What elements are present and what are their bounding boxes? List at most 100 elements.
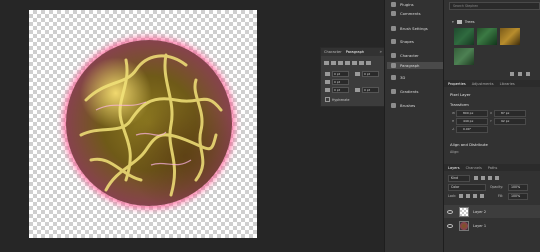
height-label: H [452,119,455,123]
tab-libraries[interactable]: Libraries [500,82,515,86]
panel-button-comments[interactable]: Comments [391,11,421,16]
panel-button-brushes[interactable]: Brushes [391,103,415,108]
tab-channels[interactable]: Channels [466,166,482,170]
paragraph-icon [391,63,396,68]
tab-paragraph[interactable]: Paragraph [346,50,364,54]
first-line-indent-icon [325,80,330,84]
filter-adjustment-icon[interactable] [481,176,485,180]
y-label: Y [490,119,492,123]
justify-all-icon[interactable] [366,61,371,65]
lock-label: Lock: [448,194,457,198]
align-left-icon[interactable] [324,61,329,65]
fill-input[interactable]: 100% [508,193,528,200]
justify-right-icon[interactable] [359,61,364,65]
library-thumbnail[interactable] [500,28,520,45]
collapse-icon[interactable]: » [380,49,382,54]
align-label: Align: [450,150,460,154]
layer-name[interactable]: Layer 1 [473,224,486,228]
panel-label-brushes: Brushes [400,103,416,108]
tab-adjustments[interactable]: Adjustments [472,82,494,86]
indent-left-icon [325,72,330,76]
panel-button-plugins[interactable]: Plugins [391,2,414,7]
panel-button-gradients[interactable]: Gradients [391,89,419,94]
visibility-eye-icon[interactable] [447,209,453,214]
filter-pixel-icon[interactable] [474,176,478,180]
floating-panel-tabs: Character Paragraph [321,48,384,56]
x-value: 87 px [501,111,510,115]
lock-pixels-icon[interactable] [459,194,463,198]
panel-button-brush-settings[interactable]: Brush Settings [391,26,428,31]
panel-label-paragraph: Paragraph [400,63,420,68]
blend-mode-select[interactable]: Color [448,184,486,191]
space-before-input[interactable]: 0 pt [332,87,349,93]
hyphenate-label: Hyphenate [332,97,350,102]
lock-artboard-icon[interactable] [473,194,477,198]
tab-properties[interactable]: Properties [448,82,466,86]
angle-input[interactable]: ∠ 0.00° [452,126,488,133]
panel-button-3d[interactable]: 3D [391,75,405,80]
width-value: 800 px [463,111,474,115]
y-value: 92 px [501,119,510,123]
panel-button-paragraph[interactable]: Paragraph [387,62,443,69]
lock-position-icon[interactable] [466,194,470,198]
layer-kind-filter[interactable]: Kind [448,175,470,182]
justify-center-icon[interactable] [352,61,357,65]
first-line-indent-input[interactable]: 0 pt [332,79,349,85]
indent-left-field: 0 pt [325,71,349,77]
hyphenate-row: Hyphenate [325,97,349,102]
hyphenate-checkbox[interactable] [325,97,330,102]
panel-label-3d: 3D [400,75,406,80]
lock-all-icon[interactable] [480,194,484,198]
tab-layers[interactable]: Layers [448,166,460,170]
library-thumbnail[interactable] [454,48,474,65]
space-after-input[interactable]: 0 pt [362,87,379,93]
cloud-icon[interactable] [518,72,522,76]
align-center-icon[interactable] [331,61,336,65]
3d-icon [391,75,396,80]
justify-left-icon[interactable] [345,61,350,65]
panel-button-shapes[interactable]: Shapes [391,39,414,44]
space-after-field: 0 pt [355,87,379,93]
height-value: 449 px [463,119,474,123]
add-asset-icon[interactable] [510,72,514,76]
layer-thumbnail [459,220,469,231]
space-before-field: 0 pt [325,87,349,93]
opacity-label: Opacity: [490,185,504,189]
height-input[interactable]: H 449 px [452,118,488,125]
layer-name[interactable]: Layer 2 [473,210,486,214]
panel-button-character[interactable]: Character [391,53,419,58]
chevron-down-icon: ▾ [452,19,454,24]
library-thumbnail[interactable] [477,28,497,45]
layer-row[interactable]: Layer 1 [444,219,540,232]
filter-shape-icon[interactable] [495,176,499,180]
layer-row[interactable]: Layer 2 [444,205,540,218]
collapsed-panels-column: Plugins Comments Brush Settings Shapes C… [384,0,443,252]
tab-character[interactable]: Character [324,50,342,54]
library-search-input[interactable]: Search Stephen [449,2,540,10]
filter-type-icon[interactable] [488,176,492,180]
document-canvas[interactable] [29,10,257,238]
orb-veins [79,53,223,197]
transform-header[interactable]: Transform [450,102,469,107]
visibility-eye-icon[interactable] [447,223,453,228]
align-right-icon[interactable] [338,61,343,65]
width-input[interactable]: W 800 px [452,110,488,117]
indent-left-input[interactable]: 0 pt [332,71,349,77]
paragraph-floating-panel[interactable]: Character Paragraph » 0 pt 0 pt 0 pt 0 p… [320,47,384,107]
fill-label: Fill: [498,194,504,198]
align-distribute-header[interactable]: Align and Distribute [450,142,488,147]
opacity-input[interactable]: 100% [508,184,528,191]
properties-tabs: Properties Adjustments Libraries [444,80,540,87]
x-input[interactable]: X 87 px [490,110,526,117]
trash-icon[interactable] [526,72,530,76]
folder-label: Trees [464,19,475,24]
library-folder-trees[interactable]: ▾ Trees [452,19,475,24]
orb-artwork [66,40,232,206]
folder-icon [456,19,462,24]
indent-right-input[interactable]: 0 pt [362,71,379,77]
space-before-icon [325,88,330,92]
tab-paths[interactable]: Paths [488,166,498,170]
y-input[interactable]: Y 92 px [490,118,526,125]
canvas-area[interactable]: Character Paragraph » 0 pt 0 pt 0 pt 0 p… [0,0,384,252]
library-thumbnail[interactable] [454,28,474,45]
